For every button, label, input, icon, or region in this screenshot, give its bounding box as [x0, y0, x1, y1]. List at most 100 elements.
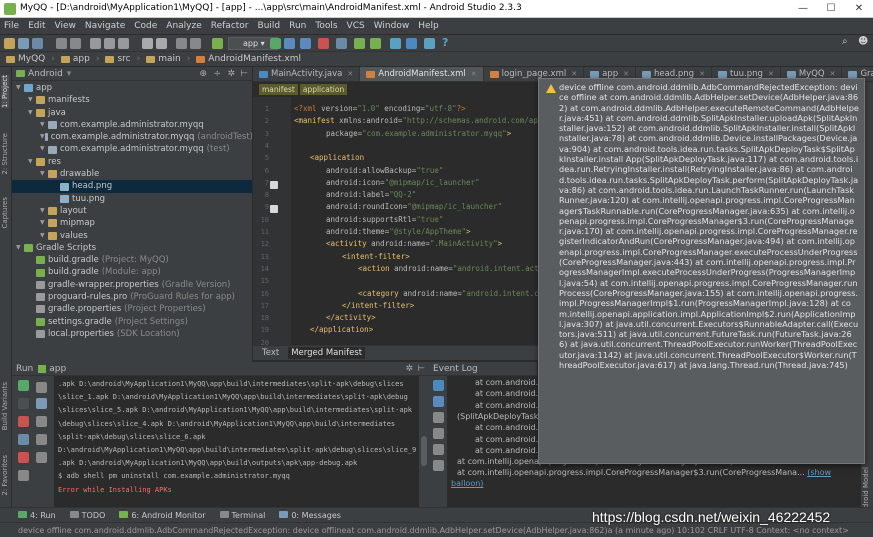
soft-wrap-icon[interactable]: [433, 412, 444, 423]
project-tool-tab[interactable]: 1: Project: [1, 75, 9, 108]
sdk-manager-icon[interactable]: [370, 38, 381, 49]
cut-icon[interactable]: [90, 38, 101, 49]
pause-icon[interactable]: [18, 398, 29, 409]
tree-item[interactable]: ▼ com.example.administrator.myqq: [12, 119, 252, 131]
breadcrumb-item[interactable]: AndroidManifest.xml: [196, 54, 301, 64]
minimize-icon[interactable]: —: [789, 0, 817, 17]
tree-item[interactable]: ▼ res: [12, 156, 252, 168]
text-tab[interactable]: Text: [259, 347, 282, 359]
attach-debugger-icon[interactable]: [300, 38, 311, 49]
scroll-down-icon[interactable]: [36, 398, 47, 409]
expand-arrow-icon[interactable]: ▼: [28, 94, 36, 106]
run-console[interactable]: .apk D:\android\MyApplication1\MyQQ\app\…: [54, 376, 419, 507]
menu-file[interactable]: File: [4, 21, 19, 31]
captures-tool-tab[interactable]: Captures: [1, 197, 9, 228]
debug-icon[interactable]: [284, 38, 295, 49]
rerun-icon[interactable]: [18, 380, 29, 391]
breadcrumb-item[interactable]: src: [105, 54, 131, 64]
menu-view[interactable]: View: [55, 21, 76, 31]
expand-arrow-icon[interactable]: ▼: [16, 82, 24, 94]
clear-all-icon[interactable]: [36, 452, 47, 463]
save-icon[interactable]: [18, 38, 29, 49]
menu-navigate[interactable]: Navigate: [85, 21, 125, 31]
balloon-link[interactable]: balloon): [451, 479, 483, 488]
tree-item[interactable]: local.properties (SDK Location): [12, 328, 252, 340]
tree-item[interactable]: ▼ manifests: [12, 94, 252, 106]
project-view-mode-dropdown[interactable]: Android: [28, 69, 63, 79]
xml-crumb-manifest[interactable]: manifest: [259, 84, 298, 95]
stop-icon[interactable]: [318, 38, 329, 49]
merged-manifest-tab[interactable]: Merged Manifest: [288, 347, 366, 359]
close-tab-icon[interactable]: ✕: [471, 67, 477, 81]
expand-arrow-icon[interactable]: ▼: [28, 107, 36, 119]
menu-analyze[interactable]: Analyze: [166, 21, 201, 31]
soft-wrap-icon[interactable]: [36, 416, 47, 427]
sync-scroll-icon[interactable]: ⊕: [199, 69, 207, 79]
menu-run[interactable]: Run: [289, 21, 306, 31]
tree-item[interactable]: ▼ app: [12, 82, 252, 94]
editor-tab[interactable]: MainActivity.java ✕: [253, 67, 361, 81]
help-icon[interactable]: [433, 460, 444, 471]
avd-manager-icon[interactable]: [354, 38, 365, 49]
hide-panel-icon[interactable]: ⊢: [417, 364, 425, 374]
tree-item[interactable]: gradle.properties (Project Properties): [12, 303, 252, 315]
structure-tool-tab[interactable]: 2: Structure: [1, 133, 9, 175]
tree-item[interactable]: ▼ com.example.administrator.myqq (test): [12, 143, 252, 155]
tree-item[interactable]: proguard-rules.pro (ProGuard Rules for ap…: [12, 291, 252, 303]
tree-item[interactable]: gradle-wrapper.properties (Gradle Version…: [12, 279, 252, 291]
show-balloon-link[interactable]: (show: [807, 468, 831, 477]
expand-arrow-icon[interactable]: ▼: [40, 131, 45, 143]
tree-item[interactable]: tuu.png: [12, 193, 252, 205]
error-balloon-popup[interactable]: device offline com.android.ddmlib.AdbCom…: [538, 78, 865, 464]
editor-tab[interactable]: AndroidManifest.xml ✕: [360, 67, 484, 81]
build-variants-tool-tab[interactable]: Build Variants: [1, 382, 9, 430]
restore-layout-icon[interactable]: [18, 434, 29, 445]
maximize-icon[interactable]: ☐: [817, 0, 845, 17]
scrollbar-thumb[interactable]: [421, 436, 427, 466]
user-icon[interactable]: ☻: [858, 36, 868, 47]
expand-arrow-icon[interactable]: ▼: [40, 217, 48, 229]
menu-help[interactable]: Help: [418, 21, 439, 31]
settings-gear-icon[interactable]: ✲: [405, 364, 413, 374]
expand-arrow-icon[interactable]: ▼: [40, 119, 48, 131]
expand-arrow-icon[interactable]: ▼: [40, 168, 48, 180]
tree-item[interactable]: settings.gradle (Project Settings): [12, 316, 252, 328]
print-icon[interactable]: [36, 434, 47, 445]
tree-item[interactable]: ▼ java: [12, 107, 252, 119]
expand-arrow-icon[interactable]: ▼: [16, 242, 24, 254]
tool-tab[interactable]: Terminal: [219, 510, 265, 520]
scroll-to-end-icon[interactable]: [433, 428, 444, 439]
replace-icon[interactable]: [156, 38, 167, 49]
tool-tab[interactable]: 6: Android Monitor: [119, 510, 206, 520]
tool-tab[interactable]: TODO: [69, 510, 105, 520]
tool-tab[interactable]: 4: Run: [18, 510, 56, 520]
close-run-icon[interactable]: [18, 452, 29, 463]
find-icon[interactable]: [142, 38, 153, 49]
menu-vcs[interactable]: VCS: [347, 21, 365, 31]
tree-item[interactable]: ▼ values: [12, 230, 252, 242]
stop-icon[interactable]: [18, 416, 29, 427]
forward-icon[interactable]: [190, 38, 201, 49]
help-icon[interactable]: [18, 470, 29, 481]
menu-code[interactable]: Code: [134, 21, 157, 31]
menu-tools[interactable]: Tools: [315, 21, 337, 31]
menu-refactor[interactable]: Refactor: [211, 21, 249, 31]
close-icon[interactable]: ✕: [845, 0, 873, 17]
undo-icon[interactable]: [56, 38, 67, 49]
sync-icon[interactable]: [32, 38, 43, 49]
scroll-up-icon[interactable]: [36, 382, 47, 393]
breadcrumb-item[interactable]: main: [146, 54, 181, 64]
tree-item[interactable]: ▼ com.example.administrator.myqq (androidT…: [12, 131, 252, 143]
search-icon[interactable]: ⌕: [842, 36, 848, 47]
settings-icon[interactable]: [433, 396, 444, 407]
paste-icon[interactable]: [118, 38, 129, 49]
menu-edit[interactable]: Edit: [28, 21, 45, 31]
project-structure-icon[interactable]: [406, 38, 417, 49]
tree-item[interactable]: build.gradle (Project: MyQQ): [12, 254, 252, 266]
delete-icon[interactable]: [433, 444, 444, 455]
open-folder-icon[interactable]: [4, 38, 15, 49]
tree-item[interactable]: ▼ Gradle Scripts: [12, 242, 252, 254]
favorites-tool-tab[interactable]: 2: Favorites: [1, 455, 9, 496]
run-config-name[interactable]: app: [49, 364, 66, 374]
redo-icon[interactable]: [70, 38, 81, 49]
